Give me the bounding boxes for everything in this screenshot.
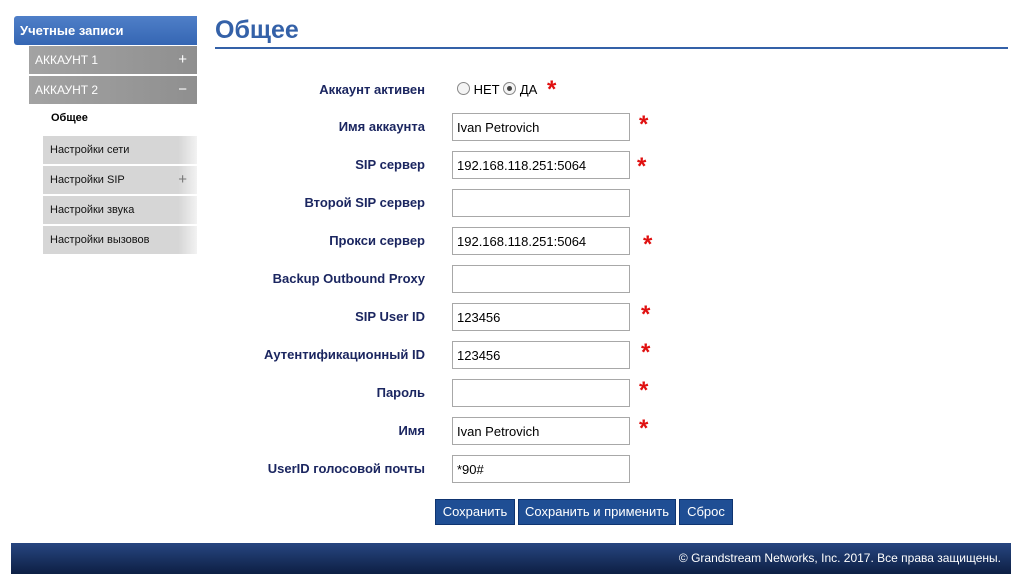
proxy-server-label: Прокси сервер [329,233,425,248]
voicemail-userid-input[interactable] [452,455,630,483]
name-input[interactable] [452,417,630,445]
row-sip-server: SIP сервер * [0,151,1018,180]
required-mark: * [641,339,651,366]
page-title: Общее [215,16,299,44]
account-active-label: Аккаунт активен [319,82,425,97]
required-mark: * [639,111,649,138]
sidebar-item-label: АККАУНТ 1 [35,53,99,67]
sidebar-header-accounts[interactable]: Учетные записи [14,16,197,45]
voicemail-userid-label: UserID голосовой почты [267,461,425,476]
required-mark: * [639,377,649,404]
row-auth-id: Аутентификационный ID * [0,339,1018,369]
row-account-active: Аккаунт активен НЕТ ДА * [0,76,1018,104]
row-name: Имя * [0,415,1018,445]
sip-user-id-input[interactable] [452,303,630,331]
password-input[interactable] [452,379,630,407]
row-account-name: Имя аккаунта * [0,111,1018,141]
plus-icon[interactable]: + [178,46,187,74]
required-mark: * [641,301,651,328]
row-voicemail-userid: UserID голосовой почты [0,455,1018,483]
radio-yes-label: ДА [519,82,538,97]
row-backup-proxy: Backup Outbound Proxy [0,265,1018,293]
sip-server-label: SIP сервер [355,157,425,172]
sip-server-input[interactable] [452,151,630,179]
reset-button[interactable]: Сброс [679,499,733,525]
radio-no-label: НЕТ [473,82,500,97]
title-divider [215,47,1008,49]
footer: © Grandstream Networks, Inc. 2017. Все п… [11,543,1011,574]
backup-proxy-label: Backup Outbound Proxy [272,271,425,286]
copyright-text: © Grandstream Networks, Inc. 2017. Все п… [678,551,1001,565]
auth-id-label: Аутентификационный ID [263,347,425,362]
row-sip-user-id: SIP User ID * [0,301,1018,331]
required-mark: * [637,153,647,180]
required-mark: * [643,231,653,258]
account-name-input[interactable] [452,113,630,141]
radio-no[interactable] [457,82,470,95]
name-label: Имя [398,423,425,438]
proxy-server-input[interactable] [452,227,630,255]
radio-yes[interactable] [503,82,517,95]
sip-user-id-label: SIP User ID [355,309,425,324]
required-mark: * [547,76,557,103]
backup-proxy-input[interactable] [452,265,630,293]
sidebar-item-account-1[interactable]: АККАУНТ 1 + [29,46,197,74]
row-password: Пароль * [0,377,1018,407]
second-sip-server-input[interactable] [452,189,630,217]
row-second-sip-server: Второй SIP сервер [0,189,1018,217]
save-apply-button[interactable]: Сохранить и применить [518,499,676,525]
row-proxy-server: Прокси сервер * [0,227,1018,258]
account-active-radio-group: НЕТ ДА [457,76,537,104]
save-button[interactable]: Сохранить [435,499,515,525]
second-sip-server-label: Второй SIP сервер [304,195,425,210]
password-label: Пароль [376,385,425,400]
auth-id-input[interactable] [452,341,630,369]
required-mark: * [639,415,649,442]
account-name-label: Имя аккаунта [338,119,425,134]
